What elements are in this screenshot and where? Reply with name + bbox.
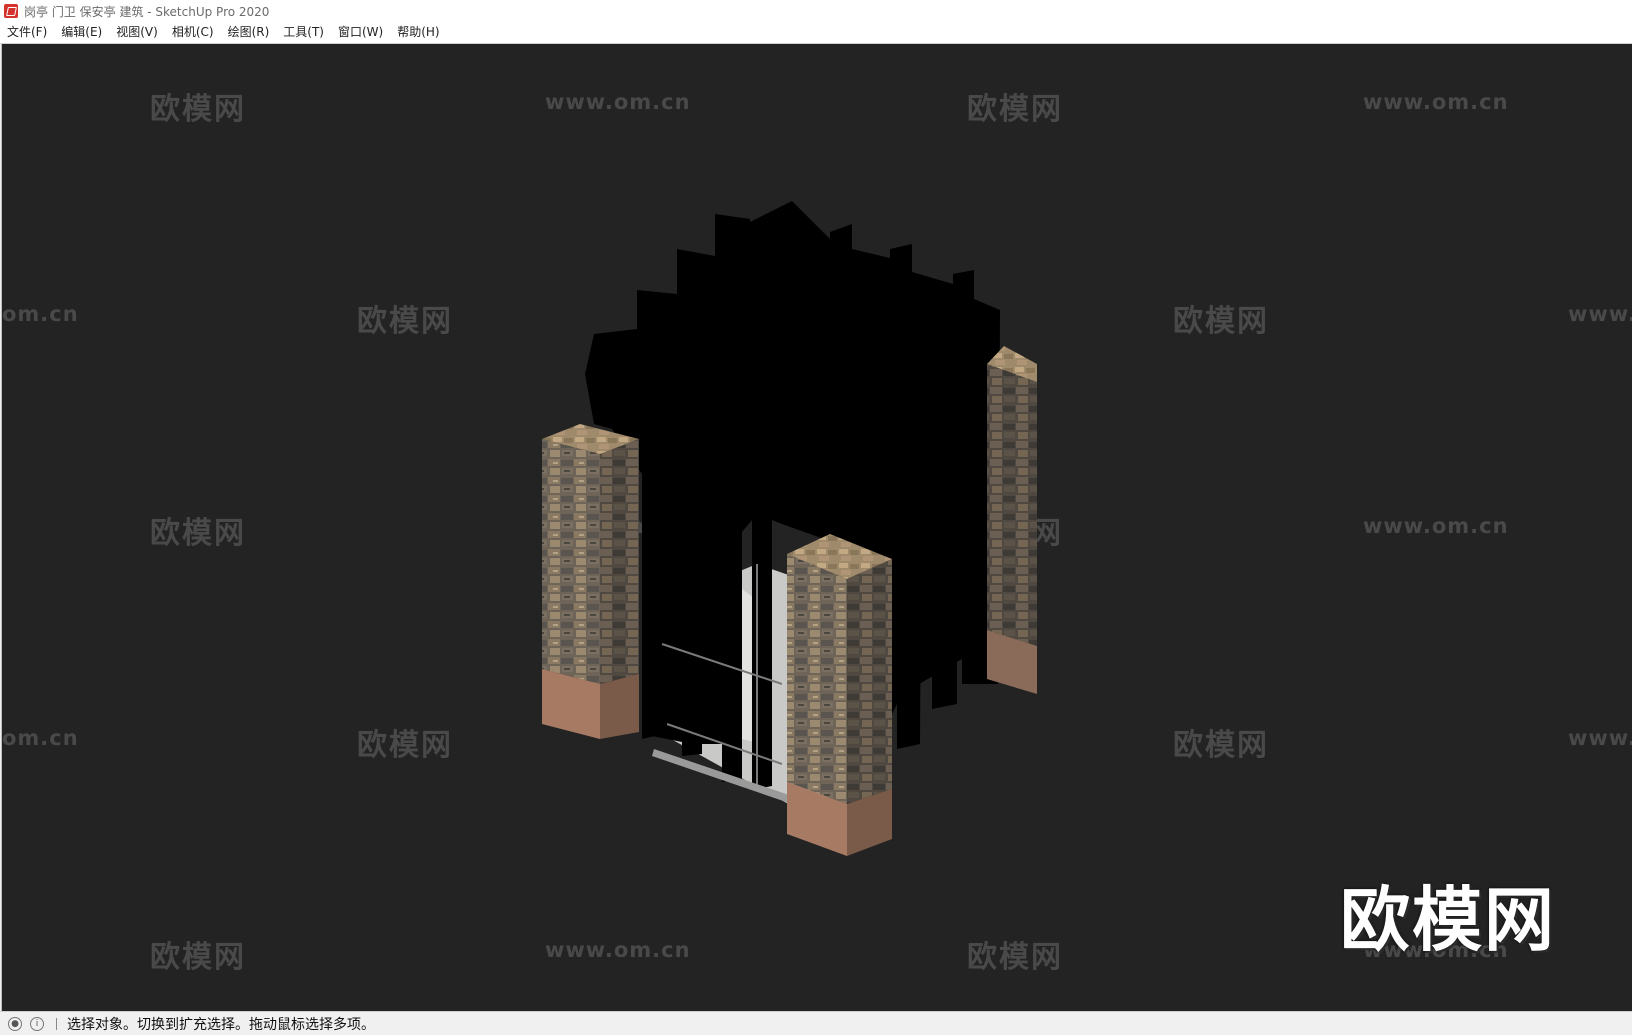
sketchup-app-icon[interactable] [4, 4, 18, 18]
menu-view[interactable]: 视图(V) [109, 22, 165, 43]
pillar-front-front [787, 554, 847, 804]
menu-edit[interactable]: 编辑(E) [54, 22, 109, 43]
menu-camera[interactable]: 相机(C) [165, 22, 221, 43]
status-divider [56, 1017, 57, 1030]
title-bar: 岗亭 门卫 保安亭 建筑 - SketchUp Pro 2020 [0, 0, 1632, 22]
pillar-left-base-side [600, 674, 639, 739]
window-title: 岗亭 门卫 保安亭 建筑 - SketchUp Pro 2020 [24, 4, 270, 19]
menu-file[interactable]: 文件(F) [0, 22, 54, 43]
menu-window[interactable]: 窗口(W) [331, 22, 390, 43]
pillar-back-right-side [987, 364, 1037, 646]
menu-tools[interactable]: 工具(T) [276, 22, 331, 43]
brand-watermark-logo: 欧模网 [1340, 879, 1556, 961]
pillar-left-side [600, 439, 639, 684]
pillar-left-front [542, 439, 600, 684]
menu-bar: 文件(F) 编辑(E) 视图(V) 相机(C) 绘图(R) 工具(T) 窗口(W… [0, 22, 1632, 44]
menu-help[interactable]: 帮助(H) [390, 22, 446, 43]
status-message: 选择对象。切换到扩充选择。拖动鼠标选择多项。 [67, 1016, 375, 1033]
model-viewport[interactable]: 欧模网 www.om.cn 欧模网 www.om.cn om.cn 欧模网 ww… [1, 44, 1632, 1011]
status-bar: ● i 选择对象。切换到扩充选择。拖动鼠标选择多项。 [0, 1011, 1632, 1035]
geolocation-icon[interactable]: ● [8, 1016, 22, 1031]
info-icon[interactable]: i [30, 1016, 44, 1031]
menu-draw[interactable]: 绘图(R) [221, 22, 277, 43]
pillar-front-side [847, 559, 892, 804]
